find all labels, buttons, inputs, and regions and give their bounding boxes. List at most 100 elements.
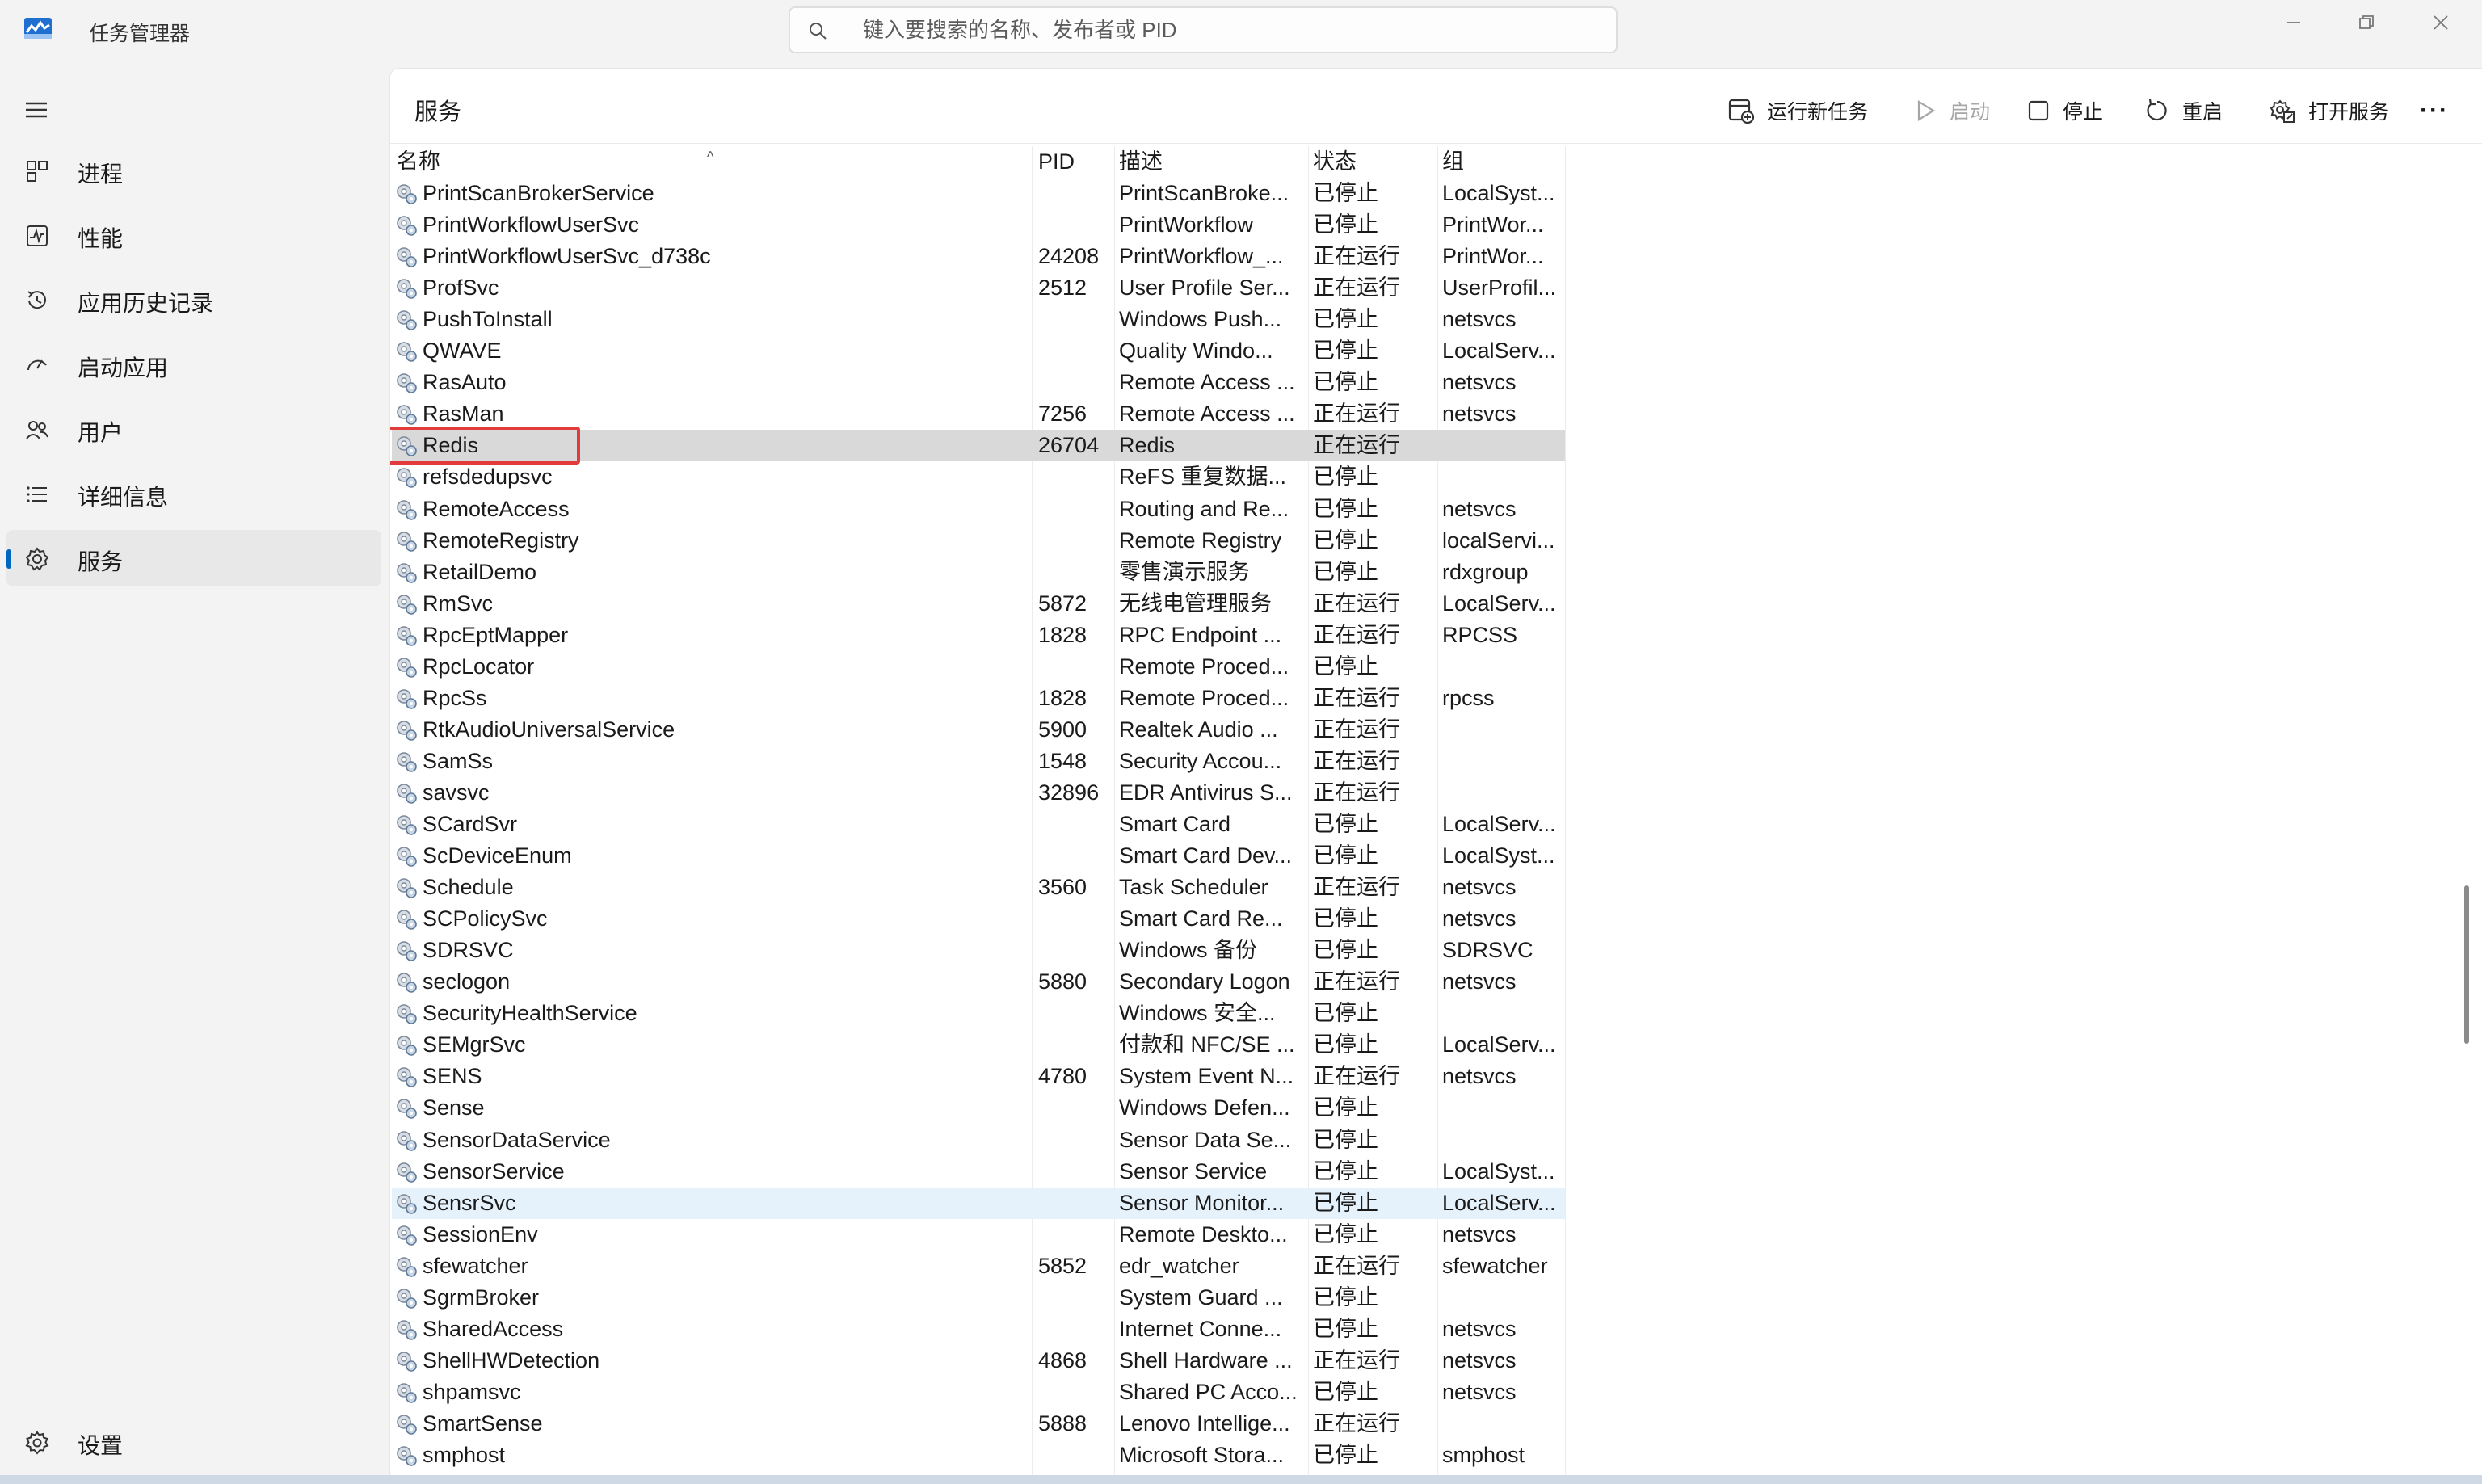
restore-button[interactable] <box>2330 0 2403 45</box>
open-services-icon <box>2270 99 2295 123</box>
table-row[interactable]: SgrmBroker System Guard ... 已停止 <box>392 1282 1565 1314</box>
table-row[interactable]: PrintWorkflowUserSvc PrintWorkflow 已停止 Prin… <box>392 209 1565 241</box>
cell-status: 已停止 <box>1313 1284 1378 1310</box>
cell-status: 正在运行 <box>1313 969 1400 994</box>
cell-desc: Remote Proced... <box>1119 654 1289 679</box>
table-row[interactable]: RmSvc 5872 无线电管理服务 正在运行 LocalServ... <box>392 588 1565 620</box>
table-row[interactable]: RpcLocator Remote Proced... 已停止 <box>392 651 1565 683</box>
table-row[interactable]: shpamsvc Shared PC Acco... 已停止 netsvcs <box>392 1377 1565 1408</box>
table-row[interactable]: RpcSs 1828 Remote Proced... 正在运行 rpcss <box>392 683 1565 714</box>
table-row[interactable]: PrintWorkflowUserSvc_d738c 24208 PrintWork… <box>392 241 1565 272</box>
cell-desc: EDR Antivirus S... <box>1119 780 1293 805</box>
header-pid[interactable]: PID <box>1038 146 1075 177</box>
nav-item-processes[interactable]: 进程 <box>6 142 381 199</box>
minimize-button[interactable] <box>2257 0 2330 45</box>
sort-ascending-icon: ^ <box>707 149 714 165</box>
cell-pid <box>1038 461 1116 493</box>
hamburger-menu-icon[interactable] <box>19 94 52 126</box>
table-row[interactable]: smphost Microsoft Stora... 已停止 smphost <box>392 1440 1565 1471</box>
cell-desc: Remote Deskto... <box>1119 1221 1288 1246</box>
table-row[interactable]: RpcEptMapper 1828 RPC Endpoint ... 正在运行 RPCS… <box>392 620 1565 651</box>
table-row[interactable]: SensrSvc Sensor Monitor... 已停止 LocalServ... <box>392 1187 1565 1219</box>
table-row[interactable]: SCPolicySvc Smart Card Re... 已停止 netsvcs <box>392 903 1565 935</box>
table-row[interactable]: SensorDataService Sensor Data Se... 已停止 <box>392 1125 1565 1156</box>
table-row[interactable]: Schedule 3560 Task Scheduler 正在运行 netsvcs <box>392 872 1565 903</box>
cell-status: 已停止 <box>1313 338 1378 364</box>
nav-item-startup-apps[interactable]: 启动应用 <box>6 336 381 393</box>
run-new-task-button[interactable]: 运行新任务 <box>1727 90 1868 132</box>
cell-status: 已停止 <box>1313 1316 1378 1341</box>
cell-desc: Remote Proced... <box>1119 685 1289 710</box>
search-input[interactable] <box>863 16 1590 44</box>
table-row[interactable]: ScDeviceEnum Smart Card Dev... 已停止 LocalSys… <box>392 840 1565 872</box>
nav-label: 详细信息 <box>78 485 169 510</box>
search-box[interactable] <box>789 6 1618 53</box>
open-services-button[interactable]: 打开服务 <box>2268 90 2389 132</box>
table-row[interactable]: RtkAudioUniversalService 5900 Realtek Audi… <box>392 714 1565 746</box>
table-row[interactable]: QWAVE Quality Windo... 已停止 LocalServ... <box>392 335 1565 367</box>
nav-item-details[interactable]: 详细信息 <box>6 465 381 522</box>
table-row[interactable]: ProfSvc 2512 User Profile Ser... 正在运行 UserPr… <box>392 272 1565 304</box>
column-separator[interactable] <box>1565 146 1566 1479</box>
header-status[interactable]: 状态 <box>1313 146 1357 177</box>
table-row[interactable]: RemoteRegistry Remote Registry 已停止 localSer… <box>392 525 1565 557</box>
cell-status: 正在运行 <box>1313 748 1400 773</box>
table-row[interactable]: ShellHWDetection 4868 Shell Hardware ... 正在… <box>392 1345 1565 1377</box>
table-row[interactable]: RasMan 7256 Remote Access ... 正在运行 netsvcs <box>392 398 1565 430</box>
more-options-button[interactable]: ··· <box>2420 90 2449 132</box>
nav-item-services[interactable]: 服务 <box>6 530 381 586</box>
cell-status: 已停止 <box>1313 496 1378 521</box>
cell-pid <box>1038 1377 1116 1408</box>
header-name[interactable]: 名称 ^ <box>397 146 1027 177</box>
restart-button[interactable]: 重启 <box>2143 90 2223 132</box>
close-button[interactable] <box>2404 0 2477 45</box>
service-gear-icon <box>397 216 417 236</box>
cell-desc: 零售演示服务 <box>1119 559 1250 584</box>
table-row[interactable]: SmartSense 5888 Lenovo Intellige... 正在运行 <box>392 1408 1565 1440</box>
cell-desc: Smart Card Re... <box>1119 906 1283 931</box>
cell-name: RpcSs <box>423 685 487 710</box>
cell-group: netsvcs <box>1442 906 1517 931</box>
table-row[interactable]: refsdedupsvc ReFS 重复数据... 已停止 <box>392 461 1565 493</box>
table-row[interactable]: savsvc 32896 EDR Antivirus S... 正在运行 <box>392 777 1565 809</box>
table-row[interactable]: SensorService Sensor Service 已停止 LocalSyst.… <box>392 1156 1565 1188</box>
table-row[interactable]: SENS 4780 System Event N... 正在运行 netsvcs <box>392 1061 1565 1092</box>
table-row[interactable]: RemoteAccess Routing and Re... 已停止 netsvcs <box>392 494 1565 525</box>
table-row[interactable]: PushToInstall Windows Push... 已停止 netsvcs <box>392 304 1565 335</box>
table-row[interactable]: Sense Windows Defen... 已停止 <box>392 1092 1565 1124</box>
service-gear-icon <box>397 1383 417 1403</box>
cell-group <box>1442 1282 1565 1314</box>
table-row[interactable]: SessionEnv Remote Deskto... 已停止 netsvcs <box>392 1219 1565 1251</box>
nav-item-performance[interactable]: 性能 <box>6 207 381 263</box>
nav-item-settings[interactable]: 设置 <box>6 1414 381 1470</box>
start-button[interactable]: 启动 <box>1912 90 1990 132</box>
cell-name: SensorService <box>423 1158 565 1183</box>
restore-icon <box>2359 15 2374 29</box>
vertical-scrollbar-thumb[interactable] <box>2464 885 2469 1044</box>
table-row[interactable]: seclogon 5880 Secondary Logon 正在运行 netsvcs <box>392 966 1565 998</box>
cell-pid <box>1038 1188 1116 1219</box>
nav-item-users[interactable]: 用户 <box>6 401 381 457</box>
table-row[interactable]: SCardSvr Smart Card 已停止 LocalServ... <box>392 809 1565 840</box>
table-row[interactable]: RetailDemo 零售演示服务 已停止 rdxgroup <box>392 557 1565 588</box>
cell-pid <box>1038 557 1116 588</box>
cell-name: RpcEptMapper <box>423 622 569 647</box>
cell-pid <box>1038 651 1116 683</box>
cell-status: 正在运行 <box>1313 1410 1400 1436</box>
nav-item-app-history[interactable]: 应用历史记录 <box>6 271 381 328</box>
table-row[interactable]: sfewatcher 5852 edr_watcher 正在运行 sfewatcher <box>392 1251 1565 1282</box>
header-description[interactable]: 描述 <box>1119 146 1163 177</box>
table-row[interactable]: PrintScanBrokerService PrintScanBroke... 已… <box>392 178 1565 209</box>
table-row[interactable]: SEMgrSvc 付款和 NFC/SE ... 已停止 LocalServ... <box>392 1029 1565 1061</box>
stop-button[interactable]: 停止 <box>2026 90 2103 132</box>
cell-name: Sense <box>423 1095 485 1120</box>
table-row[interactable]: SamSs 1548 Security Accou... 正在运行 <box>392 746 1565 777</box>
table-row[interactable]: RasAuto Remote Access ... 已停止 netsvcs <box>392 367 1565 398</box>
performance-icon <box>27 225 48 246</box>
table-row[interactable]: SharedAccess Internet Conne... 已停止 netsvcs <box>392 1314 1565 1345</box>
service-gear-icon <box>397 184 417 204</box>
table-row[interactable]: SDRSVC Windows 备份 已停止 SDRSVC <box>392 935 1565 966</box>
cell-desc: ReFS 重复数据... <box>1119 465 1287 490</box>
table-row[interactable]: SecurityHealthService Windows 安全... 已停止 <box>392 998 1565 1029</box>
header-group[interactable]: 组 <box>1442 146 1464 177</box>
